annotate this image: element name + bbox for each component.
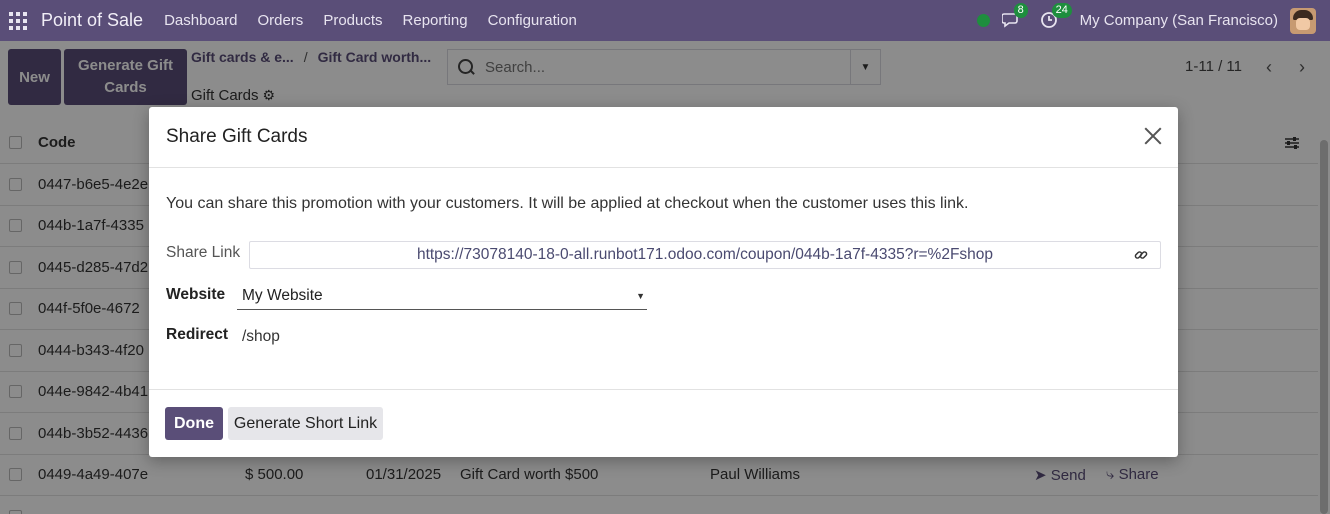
dialog-footer: Done Generate Short Link bbox=[149, 389, 1178, 457]
menu-dashboard[interactable]: Dashboard bbox=[164, 12, 237, 29]
user-avatar[interactable] bbox=[1290, 7, 1316, 34]
website-label: Website bbox=[166, 286, 226, 303]
menu-reporting[interactable]: Reporting bbox=[403, 12, 468, 29]
done-button[interactable]: Done bbox=[165, 407, 223, 440]
redirect-label: Redirect bbox=[166, 326, 229, 343]
company-switcher[interactable]: My Company (San Francisco) bbox=[1080, 12, 1278, 29]
redirect-field[interactable]: /shop bbox=[242, 328, 280, 346]
website-select[interactable]: My Website ▼ bbox=[237, 283, 647, 310]
caret-down-icon: ▼ bbox=[636, 291, 645, 301]
website-select-value: My Website bbox=[242, 287, 323, 304]
share-gift-cards-dialog: Share Gift Cards You can share this prom… bbox=[149, 107, 1178, 457]
dialog-header: Share Gift Cards bbox=[149, 107, 1178, 168]
dialog-intro-text: You can share this promotion with your c… bbox=[166, 195, 969, 212]
menu-orders[interactable]: Orders bbox=[257, 12, 303, 29]
top-navbar: Point of Sale Dashboard Orders Products … bbox=[0, 0, 1330, 41]
messages-badge: 8 bbox=[1013, 2, 1028, 18]
generate-short-link-button[interactable]: Generate Short Link bbox=[228, 407, 383, 440]
dialog-title: Share Gift Cards bbox=[166, 126, 308, 147]
apps-menu-icon[interactable] bbox=[9, 11, 27, 30]
share-link-value: https://73078140-18-0-all.runbot171.odoo… bbox=[416, 246, 994, 263]
menu-configuration[interactable]: Configuration bbox=[488, 12, 577, 29]
menu-products[interactable]: Products bbox=[323, 12, 382, 29]
share-link-label: Share Link bbox=[166, 244, 241, 261]
copy-link-icon[interactable] bbox=[1134, 248, 1148, 265]
messages-icon[interactable]: 8 bbox=[1000, 2, 1028, 31]
close-icon[interactable] bbox=[1142, 125, 1164, 147]
presence-status-icon bbox=[976, 14, 990, 27]
activities-badge: 24 bbox=[1051, 2, 1072, 18]
share-link-field[interactable]: https://73078140-18-0-all.runbot171.odoo… bbox=[249, 241, 1161, 269]
app-brand[interactable]: Point of Sale bbox=[41, 10, 143, 31]
activities-icon[interactable]: 24 bbox=[1040, 2, 1072, 31]
